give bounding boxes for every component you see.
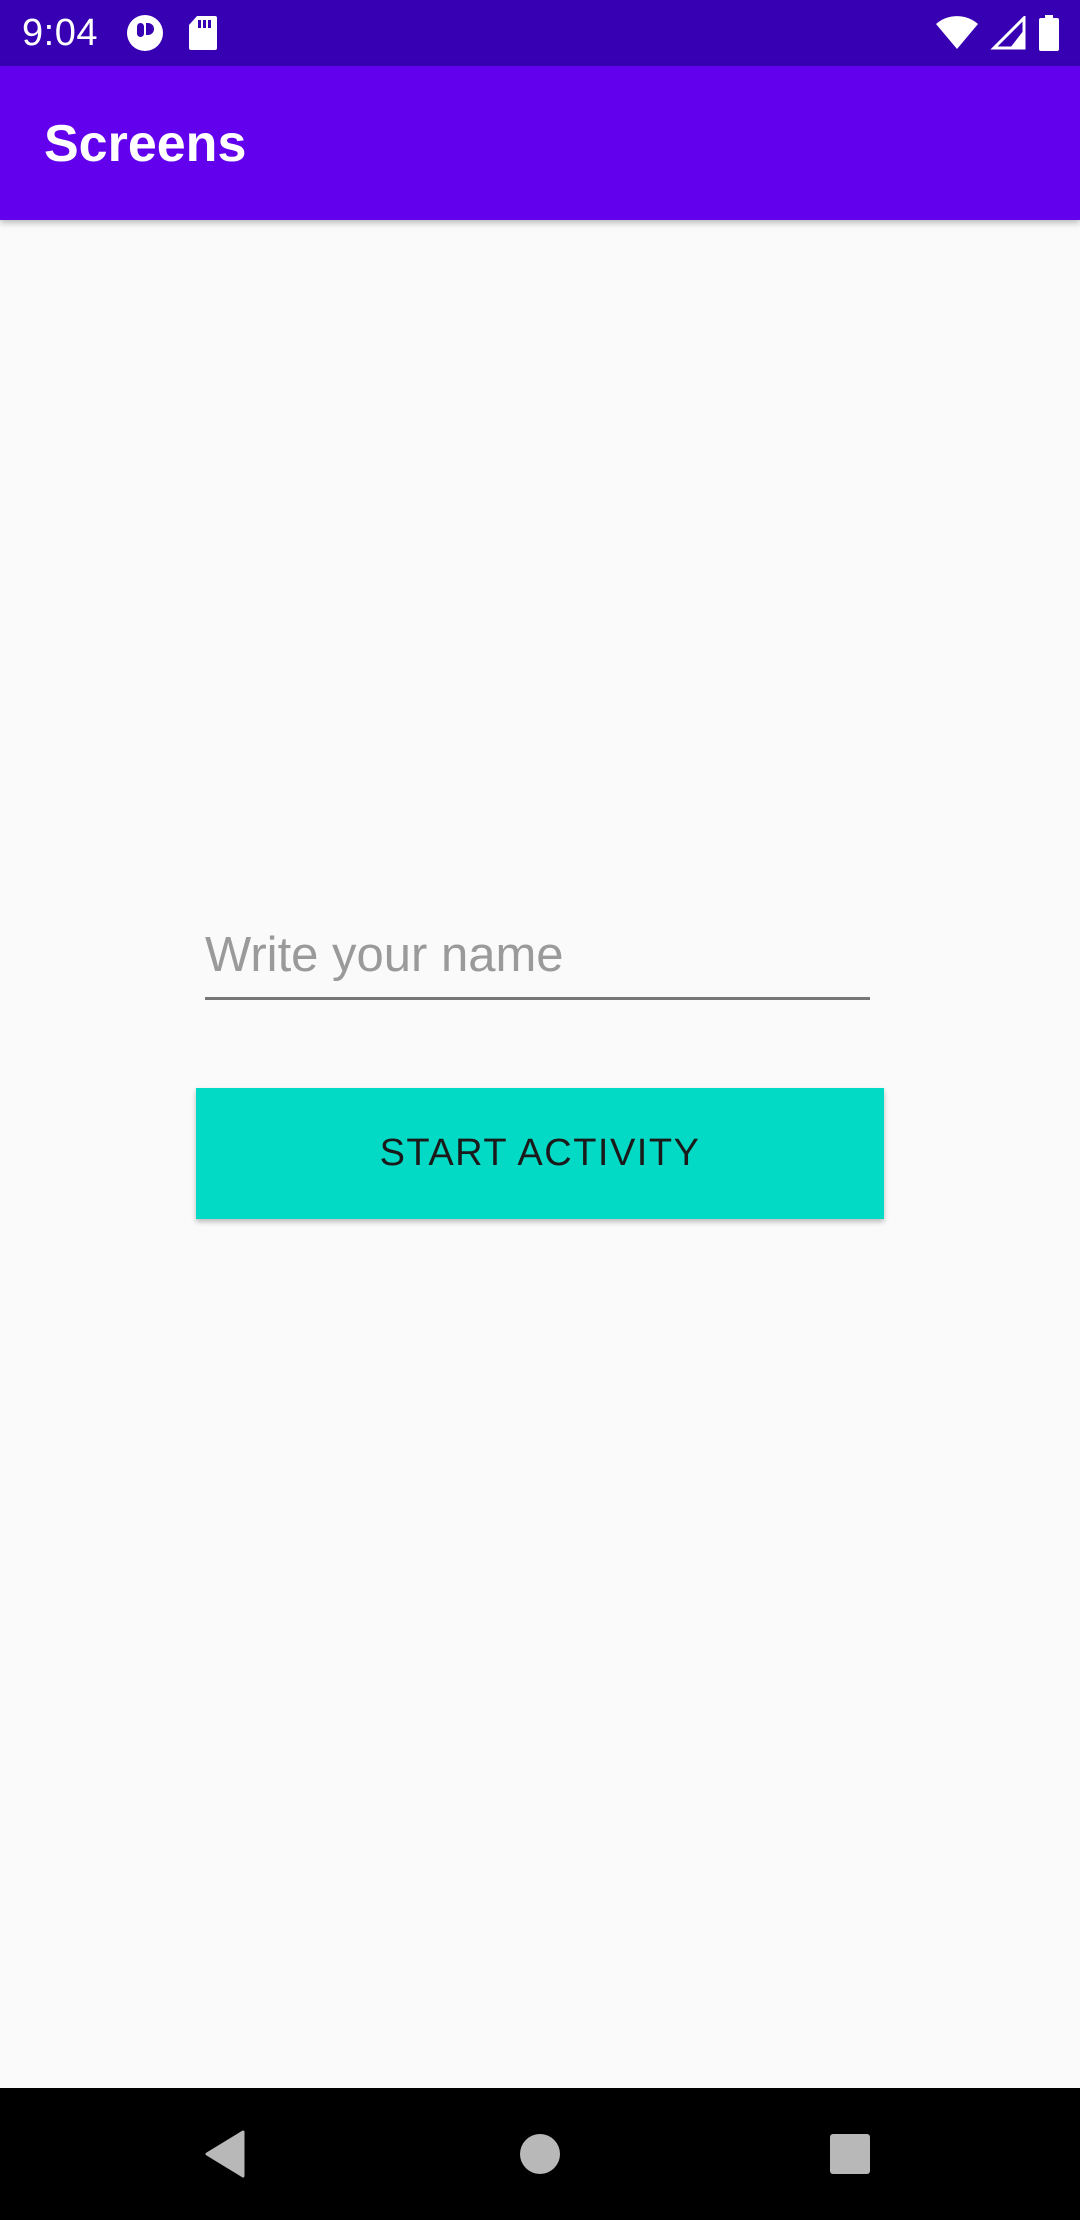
battery-icon <box>1039 15 1059 51</box>
status-right-icons <box>936 14 1060 52</box>
start-activity-button[interactable]: START ACTIVITY <box>196 1088 884 1219</box>
name-input[interactable] <box>205 920 870 1000</box>
sd-card-icon <box>189 16 217 50</box>
wifi-icon <box>936 16 978 49</box>
notification-app-icon <box>127 15 163 51</box>
status-left-icons <box>126 14 218 52</box>
status-time: 9:04 <box>22 12 98 54</box>
nav-bar <box>0 2088 1080 2220</box>
back-icon <box>205 2130 245 2178</box>
app-title: Screens <box>44 115 247 173</box>
status-bar: 9:04 <box>0 0 1080 66</box>
app-bar: Screens <box>0 66 1080 220</box>
recents-icon <box>830 2134 870 2174</box>
home-icon <box>520 2134 560 2174</box>
screen: 9:04 Screens Write your name START ACTIV… <box>0 0 1080 2220</box>
recents-button[interactable] <box>780 2088 920 2220</box>
cell-signal-icon <box>990 16 1026 50</box>
back-button[interactable] <box>155 2088 295 2220</box>
home-button[interactable] <box>470 2088 610 2220</box>
